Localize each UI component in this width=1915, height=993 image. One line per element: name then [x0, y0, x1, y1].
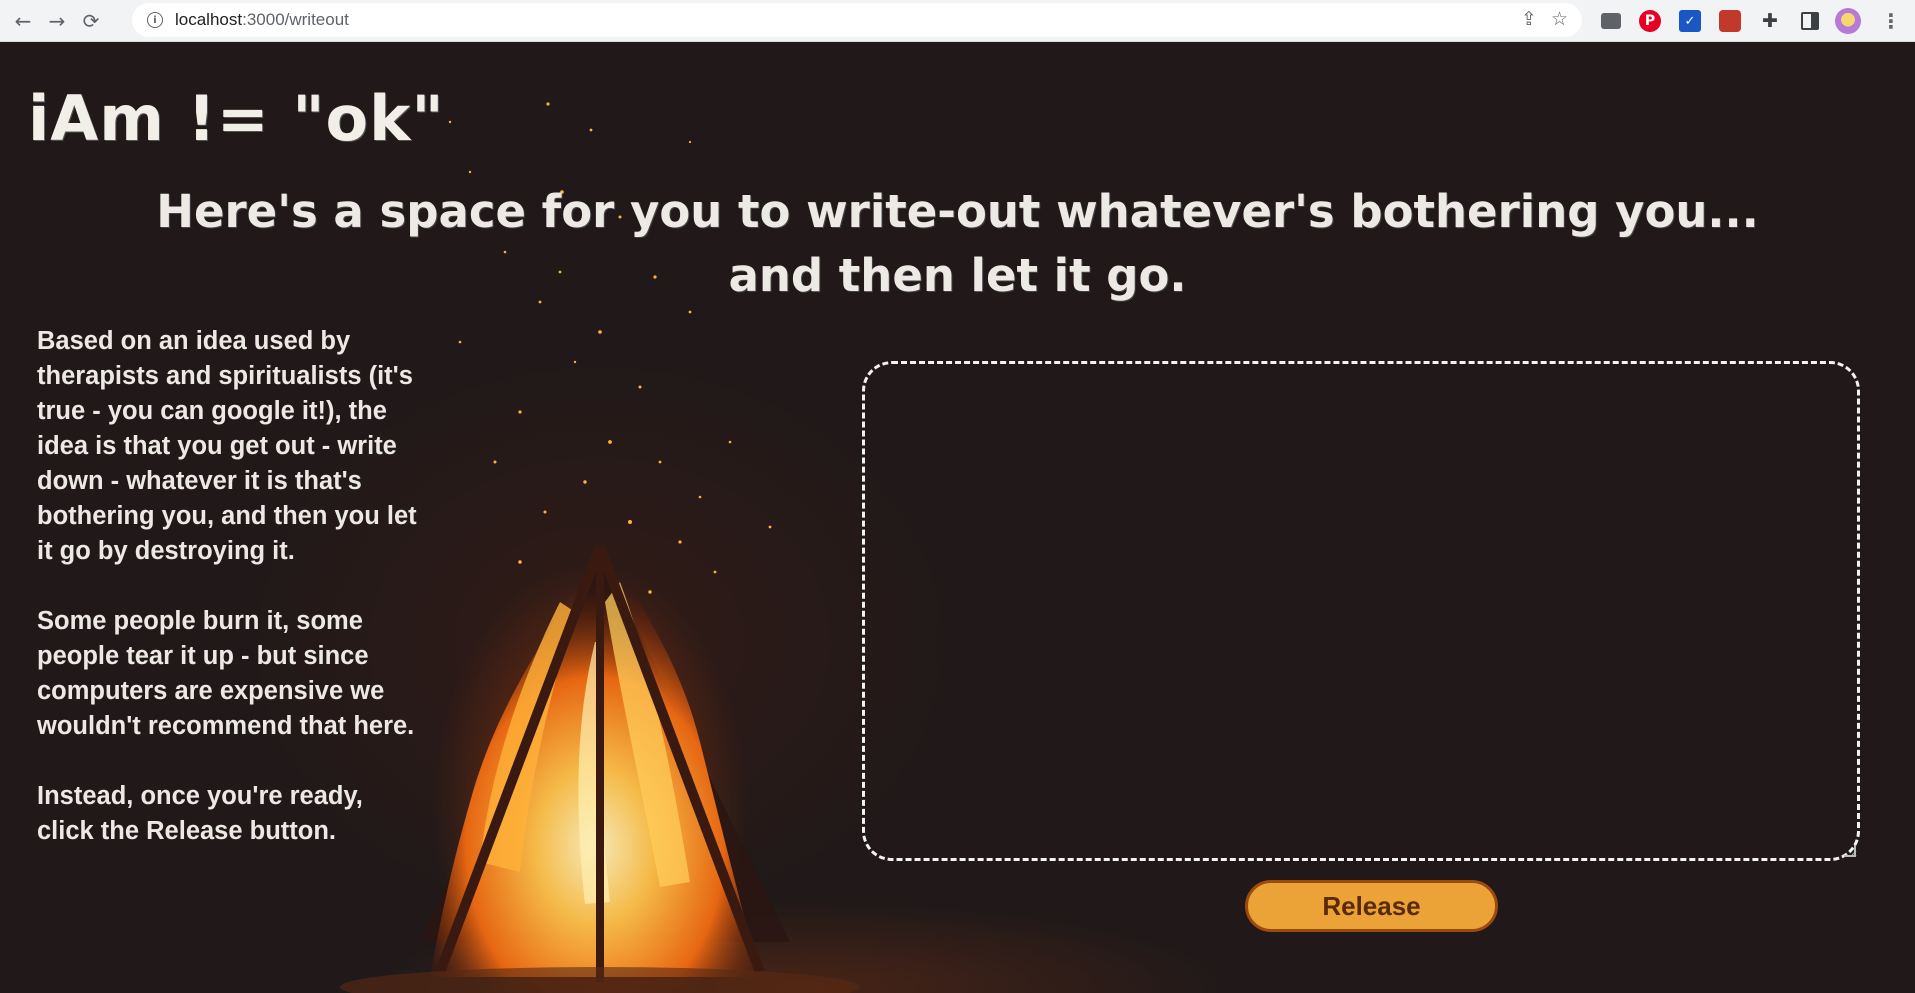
star-icon[interactable]: ☆: [1551, 8, 1568, 30]
writeout-page: iAm != "ok" Here's a space for you to wr…: [0, 42, 1915, 993]
pinterest-extension-icon[interactable]: P: [1637, 8, 1663, 34]
headline-line-2: and then let it go.: [728, 249, 1187, 302]
url-text[interactable]: localhost:3000/writeout: [175, 10, 349, 30]
intro-paragraph: Some people burn it, some people tear it…: [37, 607, 415, 740]
browser-toolbar: ← → ⟳ i localhost:3000/writeout ⇪ ☆ P ✓ …: [0, 0, 1915, 42]
side-panel-icon[interactable]: [1797, 8, 1823, 34]
back-arrow-icon[interactable]: ←: [6, 4, 40, 38]
shield-extension-icon[interactable]: ✓: [1677, 8, 1703, 34]
profile-avatar[interactable]: [1835, 8, 1861, 34]
page-headline: Here's a space for you to write-out what…: [0, 180, 1915, 308]
red-extension-icon[interactable]: [1717, 8, 1743, 34]
forward-arrow-icon[interactable]: →: [40, 4, 74, 38]
site-logo[interactable]: iAm != "ok": [28, 82, 445, 155]
intro-paragraph: Instead, once you're ready, click the Re…: [37, 782, 363, 845]
textarea-resize-handle[interactable]: [1844, 845, 1856, 857]
writeout-textarea[interactable]: [862, 361, 1860, 861]
cast-extension-icon[interactable]: [1598, 8, 1624, 34]
url-path: :3000/writeout: [242, 10, 349, 29]
address-bar[interactable]: i localhost:3000/writeout ⇪ ☆: [132, 3, 1582, 37]
release-button[interactable]: Release: [1245, 880, 1498, 932]
headline-line-1: Here's a space for you to write-out what…: [156, 185, 1759, 238]
puzzle-extensions-icon[interactable]: ✚: [1757, 8, 1783, 34]
intro-paragraph: Based on an idea used by therapists and …: [37, 327, 417, 565]
more-menu-icon[interactable]: ⋮: [1878, 8, 1904, 34]
share-icon[interactable]: ⇪: [1521, 8, 1537, 30]
omnibox-actions: ⇪ ☆: [1521, 8, 1568, 30]
info-icon[interactable]: i: [147, 12, 163, 28]
reload-icon[interactable]: ⟳: [74, 4, 108, 38]
url-host: localhost: [175, 10, 243, 29]
intro-text: Based on an idea used by therapists and …: [37, 324, 417, 884]
